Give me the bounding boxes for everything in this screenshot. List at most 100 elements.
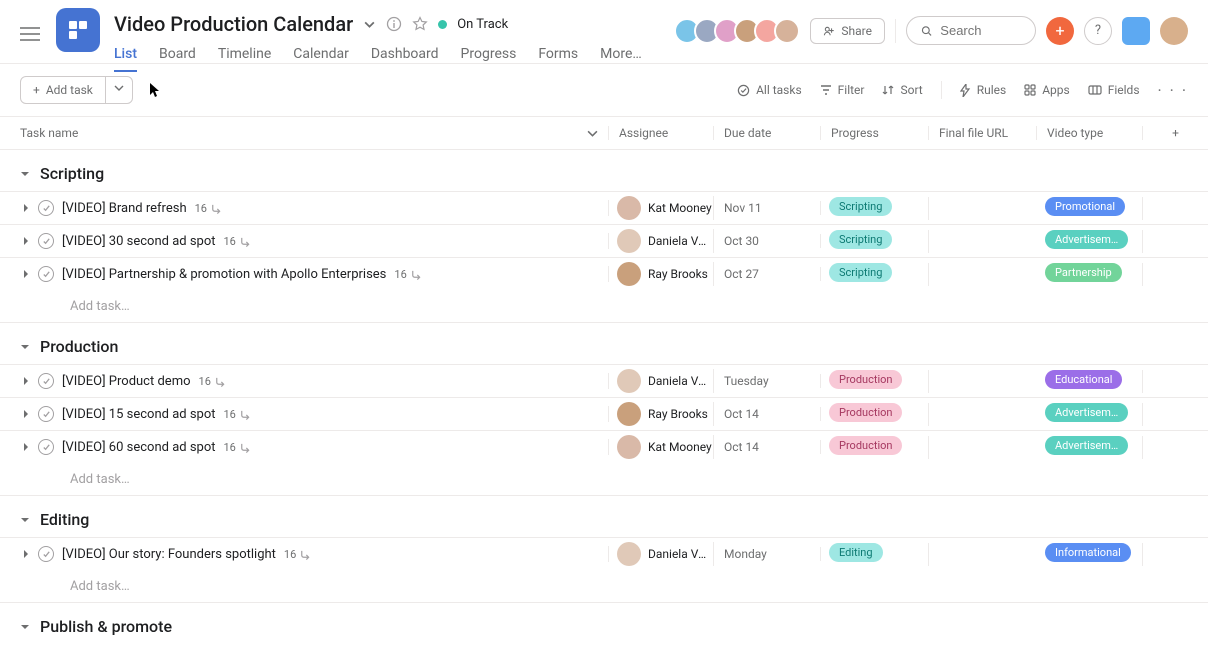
add-column-button[interactable]: + [1143,126,1208,140]
expand-subtasks-icon[interactable] [22,236,30,246]
fields-button[interactable]: Fields [1088,83,1140,97]
progress-cell[interactable]: Editing [821,543,929,566]
section-header-scripting[interactable]: Scripting [0,150,1208,191]
global-add-button[interactable]: + [1046,17,1074,45]
search-input[interactable] [940,23,1021,38]
help-button[interactable]: ? [1084,17,1112,45]
task-row[interactable]: [VIDEO] 60 second ad spot16Kat MooneyOct… [0,430,1208,463]
filter-button[interactable]: Filter [820,83,865,97]
all-tasks-button[interactable]: All tasks [737,83,802,97]
assignee-cell[interactable]: Kat Mooney [609,435,714,459]
complete-checkbox[interactable] [38,406,54,422]
add-task-inline[interactable]: Add task… [0,463,1208,496]
member-avatars[interactable] [674,18,800,44]
due-cell[interactable]: Nov 11 [714,201,821,215]
tab-board[interactable]: Board [159,46,196,72]
video-type-cell[interactable]: Advertisem… [1037,436,1143,459]
task-row[interactable]: [VIDEO] 15 second ad spot16Ray BrooksOct… [0,397,1208,430]
complete-checkbox[interactable] [38,546,54,562]
workspace-thumbnail[interactable] [1122,17,1150,45]
expand-subtasks-icon[interactable] [22,269,30,279]
share-button[interactable]: Share [810,18,885,44]
column-assignee[interactable]: Assignee [609,126,714,140]
more-actions-button[interactable]: · · · [1158,81,1188,100]
tab-calendar[interactable]: Calendar [293,46,349,72]
progress-cell[interactable]: Production [821,403,929,426]
video-type-cell[interactable]: Partnership [1037,263,1143,286]
profile-avatar[interactable] [1160,17,1188,45]
tab-forms[interactable]: Forms [538,46,578,72]
assignee-cell[interactable]: Ray Brooks [609,262,714,286]
due-cell[interactable]: Oct 30 [714,234,821,248]
video-type-cell[interactable]: Promotional [1037,197,1143,220]
assignee-avatar [617,229,641,253]
project-title[interactable]: Video Production Calendar [114,12,353,36]
tab-progress[interactable]: Progress [461,46,517,72]
assignee-cell[interactable]: Daniela Var… [609,229,714,253]
section-header-production[interactable]: Production [0,323,1208,364]
task-row[interactable]: [VIDEO] Partnership & promotion with Apo… [0,257,1208,290]
assignee-cell[interactable]: Daniela Var… [609,369,714,393]
expand-subtasks-icon[interactable] [22,409,30,419]
add-task-button[interactable]: + Add task [21,77,105,103]
apps-button[interactable]: Apps [1024,83,1070,97]
search-field[interactable] [906,16,1036,45]
tab-dashboard[interactable]: Dashboard [371,46,439,72]
add-task-dropdown[interactable] [105,77,132,103]
due-cell[interactable]: Oct 14 [714,407,821,421]
sort-button[interactable]: Sort [882,83,922,97]
status-label[interactable]: On Track [457,17,508,32]
chevron-down-icon[interactable] [587,128,598,139]
task-row[interactable]: [VIDEO] Brand refresh16Kat MooneyNov 11S… [0,191,1208,224]
add-task-inline[interactable]: Add task… [0,570,1208,603]
menu-hamburger[interactable] [16,20,44,48]
due-cell[interactable]: Monday [714,547,821,561]
rules-button[interactable]: Rules [960,83,1006,97]
due-cell[interactable]: Oct 27 [714,267,821,281]
progress-cell[interactable]: Scripting [821,197,929,220]
expand-subtasks-icon[interactable] [22,203,30,213]
expand-subtasks-icon[interactable] [22,442,30,452]
add-task-inline[interactable]: Add task… [0,290,1208,323]
assignee-cell[interactable]: Kat Mooney [609,196,714,220]
project-menu-dropdown[interactable] [363,18,376,31]
video-type-cell[interactable]: Informational [1037,543,1143,566]
column-task-name[interactable]: Task name [0,126,609,140]
task-row[interactable]: [VIDEO] Our story: Founders spotlight16D… [0,537,1208,570]
complete-checkbox[interactable] [38,200,54,216]
expand-subtasks-icon[interactable] [22,376,30,386]
section-header-editing[interactable]: Editing [0,496,1208,537]
info-icon[interactable] [386,16,402,32]
complete-checkbox[interactable] [38,266,54,282]
progress-cell[interactable]: Production [821,436,929,459]
complete-checkbox[interactable] [38,233,54,249]
star-icon[interactable] [412,16,428,32]
video-type-cell[interactable]: Advertisem… [1037,230,1143,253]
section-header-publish-promote[interactable]: Publish & promote [0,603,1208,644]
complete-checkbox[interactable] [38,439,54,455]
due-cell[interactable]: Oct 14 [714,440,821,454]
tab-list[interactable]: List [114,46,137,72]
progress-cell[interactable]: Production [821,370,929,393]
column-final-file-url[interactable]: Final file URL [929,126,1037,140]
video-type-cell[interactable]: Advertisem… [1037,403,1143,426]
tab-more[interactable]: More… [600,46,642,72]
complete-checkbox[interactable] [38,373,54,389]
video-type-cell[interactable]: Educational [1037,370,1143,393]
due-cell[interactable]: Tuesday [714,374,821,388]
subtask-count: 16 [284,548,310,561]
column-due-date[interactable]: Due date [714,126,821,140]
assignee-cell[interactable]: Daniela Var… [609,542,714,566]
progress-cell[interactable]: Scripting [821,230,929,253]
column-video-type[interactable]: Video type [1037,126,1143,140]
task-row[interactable]: [VIDEO] Product demo16Daniela Var…Tuesda… [0,364,1208,397]
assignee-cell[interactable]: Ray Brooks [609,402,714,426]
member-avatar[interactable] [774,18,800,44]
task-row[interactable]: [VIDEO] 30 second ad spot16Daniela Var…O… [0,224,1208,257]
column-progress[interactable]: Progress [821,126,929,140]
expand-subtasks-icon[interactable] [22,549,30,559]
tab-timeline[interactable]: Timeline [218,46,271,72]
progress-cell[interactable]: Scripting [821,263,929,286]
search-icon [921,24,932,38]
section-caret-icon [20,343,30,351]
